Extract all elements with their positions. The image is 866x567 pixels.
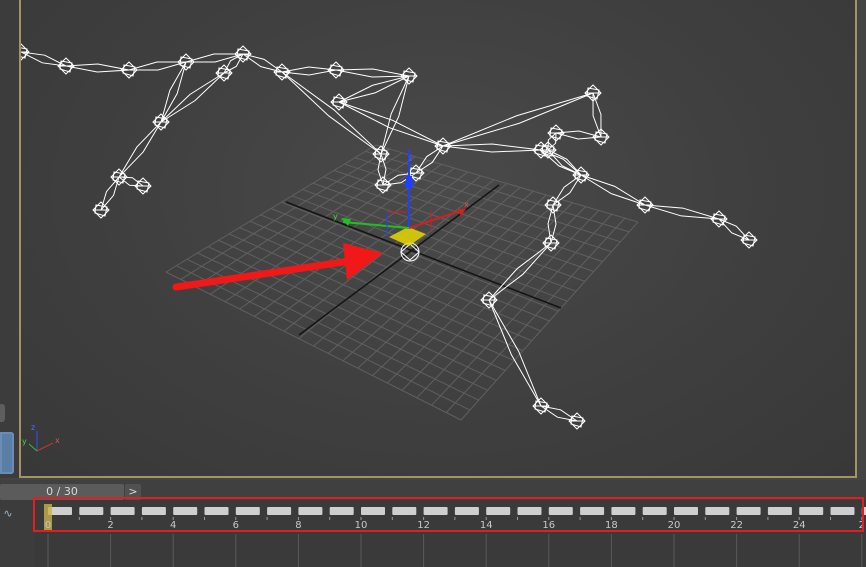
frame-slot (110, 507, 135, 515)
axis-tripod: z x y (22, 423, 60, 452)
bone-segment (118, 121, 162, 178)
frame-slot (361, 507, 385, 515)
bone-segment (65, 63, 130, 71)
frame-slot (736, 507, 761, 515)
bone-segment (118, 121, 162, 178)
bone-segment (21, 51, 67, 67)
bone-segment (442, 92, 594, 147)
gizmo-y-label: y (333, 212, 338, 221)
frame-tick-label: 16 (542, 520, 555, 531)
bone-segment (160, 72, 225, 123)
bone-segment (65, 65, 130, 73)
frame-slot (423, 507, 448, 515)
bone-segment (21, 51, 67, 67)
frame-slot (329, 507, 354, 515)
bone-segment (442, 92, 594, 147)
home-grid (165, 144, 639, 421)
frame-slot (611, 507, 636, 515)
bone-segment (547, 132, 557, 151)
function-curve-icon[interactable]: ∿ (0, 505, 16, 523)
frame-tick-label: 2 (859, 520, 865, 531)
frame-slot (454, 507, 479, 515)
track-bar-ticks: 0 2 4 6 8 10 12 14 16 18 20 22 24 2 (44, 504, 866, 567)
bone-segment (442, 143, 542, 151)
bone-segment (281, 71, 382, 155)
frame-tick-label: 6 (233, 520, 239, 531)
frame-slot (674, 507, 698, 515)
perspective-viewport[interactable]: z x y z x y (19, 0, 857, 478)
side-panel-tab[interactable] (0, 404, 5, 422)
grid-axes (285, 184, 562, 336)
bone-segment (185, 53, 244, 63)
bone-segment (281, 71, 382, 155)
frame-slot (548, 507, 573, 515)
frame-slot (204, 507, 229, 515)
frame-tick-label: 24 (793, 520, 806, 531)
bone-segment (644, 204, 720, 220)
track-bar[interactable]: 0 2 4 6 8 10 12 14 16 18 20 22 24 2 (35, 500, 866, 567)
frame-slot (830, 507, 855, 515)
frame-tick-label: 2 (107, 520, 113, 531)
bone-segment (540, 149, 582, 176)
frame-slot (486, 507, 511, 515)
tripod-x-label: x (55, 436, 60, 445)
bone-segment (442, 145, 542, 153)
bone-segment (338, 101, 444, 147)
tripod-y-label: y (22, 437, 27, 446)
bone-segment (547, 132, 557, 151)
frame-tick-label: 20 (668, 520, 681, 531)
bone-segment (580, 174, 646, 206)
tripod-z-label: z (31, 423, 35, 432)
frame-slot (141, 507, 166, 515)
viewport-scene: z x y z x y (21, 43, 758, 452)
next-frame-button[interactable]: > (125, 484, 141, 500)
frame-tick-label: 10 (355, 520, 368, 531)
gizmo-x-label: x (464, 200, 469, 209)
bone-segment (160, 61, 187, 123)
frame-slot (799, 507, 824, 515)
bone-segment (128, 61, 187, 71)
frame-slot (642, 507, 667, 515)
frame-slot (79, 507, 104, 515)
frame-slot (580, 507, 605, 515)
time-slider[interactable]: 0 / 30 (0, 484, 124, 500)
frame-slot (705, 507, 730, 515)
side-panel-active-tab[interactable] (0, 432, 14, 474)
frame-slot (861, 507, 866, 515)
frame-tick-label: 12 (417, 520, 430, 531)
bone-segment (644, 204, 720, 220)
frame-slot (267, 507, 292, 515)
frame-slot (392, 507, 417, 515)
frame-slot (517, 507, 542, 515)
frame-slot (298, 507, 323, 515)
frame-tick-label: 8 (295, 520, 301, 531)
bone-segment (338, 101, 444, 147)
frame-tick-label: 4 (170, 520, 176, 531)
bone-segment (160, 72, 225, 123)
frame-tick-label: 14 (480, 520, 493, 531)
frame-slot (235, 507, 260, 515)
bone-segment (540, 149, 582, 176)
frame-slot (173, 507, 198, 515)
bone-segment (580, 174, 646, 206)
bone-rig-wireframe[interactable] (21, 43, 758, 430)
bone-segment (185, 53, 244, 63)
frame-tick-label: 0 (45, 520, 51, 531)
gizmo-z-label: z (408, 154, 412, 163)
bone-segment (128, 61, 187, 71)
frame-tick-label: 22 (730, 520, 743, 531)
frame-tick-label: 18 (605, 520, 618, 531)
frame-slot (767, 507, 792, 515)
bone-segment (160, 61, 187, 123)
